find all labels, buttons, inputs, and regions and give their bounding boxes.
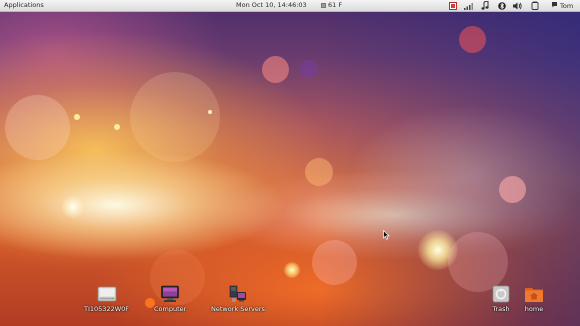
computer-icon bbox=[160, 285, 180, 303]
bokeh-light bbox=[130, 72, 220, 162]
trash-icon bbox=[491, 285, 511, 303]
desktop-icon-label: Network Servers bbox=[211, 305, 265, 313]
bokeh-light bbox=[300, 60, 318, 78]
top-panel: Applications Mon Oct 10, 14:46:03 61 F T… bbox=[0, 0, 580, 12]
bokeh-light bbox=[208, 110, 212, 114]
bokeh-light bbox=[312, 240, 357, 285]
volume-icon[interactable] bbox=[513, 1, 522, 10]
bokeh-light bbox=[305, 158, 333, 186]
bokeh-light bbox=[74, 114, 80, 120]
bluetooth-icon[interactable] bbox=[497, 1, 506, 10]
bokeh-light bbox=[418, 230, 458, 270]
network-servers-icon bbox=[228, 285, 248, 303]
bokeh-light bbox=[62, 196, 84, 218]
desktop-background[interactable]: Applications Mon Oct 10, 14:46:03 61 F T… bbox=[0, 0, 580, 326]
user-name: Tom bbox=[560, 1, 574, 10]
bokeh-light bbox=[459, 26, 486, 53]
desktop-icon-computer[interactable]: Computer bbox=[154, 285, 186, 313]
applications-menu[interactable]: Applications bbox=[4, 1, 44, 10]
bokeh-light bbox=[5, 95, 70, 160]
desktop-icon-network-servers[interactable]: Network Servers bbox=[211, 285, 265, 313]
desktop-icon-label: Computer bbox=[154, 305, 187, 313]
mouse-cursor bbox=[383, 225, 390, 244]
bokeh-light bbox=[448, 232, 508, 292]
network-signal-icon[interactable] bbox=[464, 1, 473, 10]
home-folder-icon bbox=[524, 285, 544, 303]
screenshot-icon[interactable] bbox=[448, 1, 457, 10]
clock[interactable]: Mon Oct 10, 14:46:03 bbox=[236, 1, 307, 10]
bokeh-light bbox=[262, 56, 289, 83]
drive-icon bbox=[97, 285, 117, 303]
desktop-icon-trash[interactable]: Trash bbox=[491, 285, 511, 313]
music-note-icon[interactable] bbox=[480, 1, 489, 10]
desktop-icon-label: Trash bbox=[492, 305, 510, 313]
user-menu[interactable]: Tom bbox=[551, 1, 573, 11]
desktop-icon-home[interactable]: home bbox=[524, 285, 544, 313]
bokeh-light bbox=[284, 262, 300, 278]
weather-icon bbox=[321, 3, 326, 8]
bokeh-light bbox=[499, 176, 526, 203]
power-icon[interactable] bbox=[530, 1, 539, 10]
weather-indicator[interactable]: 61 F bbox=[321, 1, 342, 10]
weather-temp: 61 F bbox=[328, 1, 343, 9]
desktop-icon-drive[interactable]: TI105322W0F bbox=[84, 285, 129, 313]
desktop-icon-label: home bbox=[524, 305, 544, 313]
bokeh-light bbox=[114, 124, 120, 130]
desktop-icon-label: TI105322W0F bbox=[84, 305, 130, 313]
chat-icon bbox=[551, 1, 558, 11]
